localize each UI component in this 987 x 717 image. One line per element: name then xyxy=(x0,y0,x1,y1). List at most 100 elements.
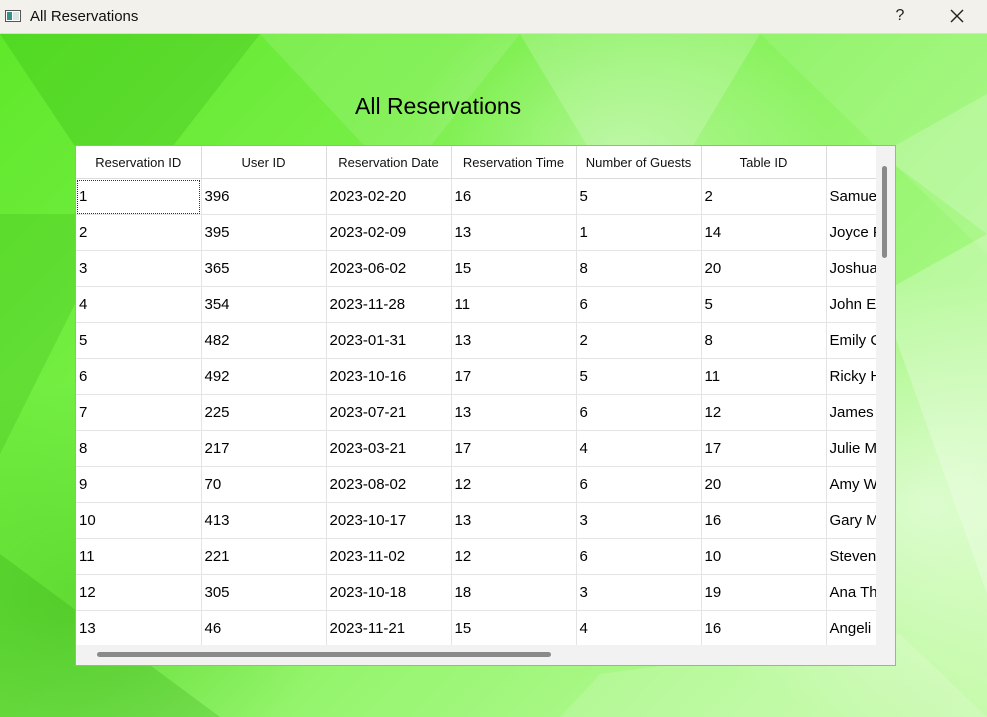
column-header-user-id[interactable]: User ID xyxy=(201,146,327,179)
table-cell[interactable]: 221 xyxy=(201,538,327,575)
horizontal-scroll-thumb[interactable] xyxy=(97,652,551,657)
table-cell[interactable]: 20 xyxy=(701,466,827,503)
table-cell[interactable]: 225 xyxy=(201,394,327,431)
table-cell[interactable]: 413 xyxy=(201,502,327,539)
close-button[interactable] xyxy=(944,4,970,28)
table-cell[interactable]: Amy W xyxy=(826,466,876,503)
table-cell[interactable]: 2 xyxy=(701,178,827,215)
table-row[interactable]: 3 365 2023-06-02 15 8 20 Joshua xyxy=(76,250,876,287)
table-row[interactable]: 11 221 2023-11-02 12 6 10 Steven xyxy=(76,538,876,575)
table-cell[interactable]: 13 xyxy=(451,502,577,539)
table-cell[interactable]: 4 xyxy=(576,430,702,467)
table-cell[interactable]: 6 xyxy=(576,466,702,503)
table-cell[interactable]: 13 xyxy=(76,610,202,645)
table-cell[interactable]: 18 xyxy=(451,574,577,611)
table-cell[interactable]: 396 xyxy=(201,178,327,215)
table-cell[interactable]: 9 xyxy=(76,466,202,503)
table-cell[interactable]: 16 xyxy=(451,178,577,215)
table-row[interactable]: 1 396 2023-02-20 16 5 2 Samue xyxy=(76,178,876,215)
table-cell[interactable]: 14 xyxy=(701,214,827,251)
table-cell[interactable]: 354 xyxy=(201,286,327,323)
column-header-reservation-id[interactable]: Reservation ID xyxy=(76,146,202,179)
table-cell[interactable]: 12 xyxy=(76,574,202,611)
table-cell[interactable]: 2023-08-02 xyxy=(326,466,452,503)
table-cell[interactable]: 16 xyxy=(701,502,827,539)
table-row[interactable]: 13 46 2023-11-21 15 4 16 Angeli xyxy=(76,610,876,645)
table-cell[interactable]: 2 xyxy=(76,214,202,251)
table-row[interactable]: 12 305 2023-10-18 18 3 19 Ana Th xyxy=(76,574,876,611)
table-cell[interactable]: 4 xyxy=(576,610,702,645)
table-row[interactable]: 7 225 2023-07-21 13 6 12 James xyxy=(76,394,876,431)
table-cell[interactable]: 12 xyxy=(451,466,577,503)
table-cell[interactable]: 365 xyxy=(201,250,327,287)
table-cell[interactable]: 482 xyxy=(201,322,327,359)
table-cell[interactable]: Steven xyxy=(826,538,876,575)
table-cell[interactable]: 13 xyxy=(451,322,577,359)
table-cell[interactable]: 11 xyxy=(76,538,202,575)
table-cell[interactable]: Joshua xyxy=(826,250,876,287)
table-cell[interactable]: 10 xyxy=(701,538,827,575)
reservations-table[interactable]: Reservation ID User ID Reservation Date … xyxy=(75,145,896,666)
table-cell[interactable]: 17 xyxy=(701,430,827,467)
table-cell[interactable]: Emily C xyxy=(826,322,876,359)
table-cell[interactable]: 3 xyxy=(576,502,702,539)
table-cell[interactable]: 6 xyxy=(576,286,702,323)
table-row[interactable]: 9 70 2023-08-02 12 6 20 Amy W xyxy=(76,466,876,503)
table-cell[interactable]: 11 xyxy=(451,286,577,323)
table-cell[interactable]: 2 xyxy=(576,322,702,359)
table-cell[interactable]: 13 xyxy=(451,394,577,431)
table-cell[interactable]: 2023-11-02 xyxy=(326,538,452,575)
table-cell[interactable]: 1 xyxy=(76,178,202,215)
table-cell[interactable]: 2023-11-21 xyxy=(326,610,452,645)
table-row[interactable]: 8 217 2023-03-21 17 4 17 Julie M xyxy=(76,430,876,467)
table-row[interactable]: 10 413 2023-10-17 13 3 16 Gary M xyxy=(76,502,876,539)
table-cell[interactable]: Julie M xyxy=(826,430,876,467)
table-cell[interactable]: 17 xyxy=(451,430,577,467)
column-header-name[interactable] xyxy=(826,146,876,179)
table-cell[interactable]: James xyxy=(826,394,876,431)
table-cell[interactable]: 305 xyxy=(201,574,327,611)
table-cell[interactable]: 13 xyxy=(451,214,577,251)
table-cell[interactable]: 2023-10-17 xyxy=(326,502,452,539)
table-row[interactable]: 23952023-02-0913114Joyce F xyxy=(76,214,876,251)
table-cell[interactable]: 5 xyxy=(576,358,702,395)
column-header-table-id[interactable]: Table ID xyxy=(701,146,827,179)
table-cell[interactable]: Samue xyxy=(826,178,876,215)
table-cell[interactable]: John Es xyxy=(826,286,876,323)
column-header-reservation-date[interactable]: Reservation Date xyxy=(326,146,452,179)
table-cell[interactable]: 8 xyxy=(76,430,202,467)
table-cell[interactable]: 20 xyxy=(701,250,827,287)
table-cell[interactable]: 2023-10-18 xyxy=(326,574,452,611)
table-cell[interactable]: 4 xyxy=(76,286,202,323)
table-cell[interactable]: 492 xyxy=(201,358,327,395)
table-cell[interactable]: 46 xyxy=(201,610,327,645)
table-cell[interactable]: 5 xyxy=(76,322,202,359)
table-cell[interactable]: 3 xyxy=(76,250,202,287)
table-cell[interactable]: 6 xyxy=(76,358,202,395)
table-cell[interactable]: 7 xyxy=(76,394,202,431)
column-header-reservation-time[interactable]: Reservation Time xyxy=(451,146,577,179)
table-cell[interactable]: 6 xyxy=(576,538,702,575)
table-cell[interactable]: 1 xyxy=(576,214,702,251)
table-row[interactable]: 64922023-10-1617511Ricky H xyxy=(76,358,876,395)
table-cell[interactable]: 2023-02-09 xyxy=(326,214,452,251)
vertical-scrollbar[interactable] xyxy=(876,146,895,645)
table-cell[interactable]: 15 xyxy=(451,610,577,645)
table-cell[interactable]: 12 xyxy=(451,538,577,575)
table-cell[interactable]: 19 xyxy=(701,574,827,611)
table-cell[interactable]: 11 xyxy=(701,358,827,395)
table-cell[interactable]: 3 xyxy=(576,574,702,611)
table-cell[interactable]: 5 xyxy=(576,178,702,215)
table-cell[interactable]: 5 xyxy=(701,286,827,323)
table-cell[interactable]: 6 xyxy=(576,394,702,431)
column-header-number-of-guests[interactable]: Number of Guests xyxy=(576,146,702,179)
table-cell[interactable]: Angeli xyxy=(826,610,876,645)
table-cell[interactable]: 2023-07-21 xyxy=(326,394,452,431)
table-cell[interactable]: 2023-03-21 xyxy=(326,430,452,467)
table-cell[interactable]: Ana Th xyxy=(826,574,876,611)
table-cell[interactable]: 395 xyxy=(201,214,327,251)
table-cell[interactable]: 2023-10-16 xyxy=(326,358,452,395)
table-cell[interactable]: Joyce F xyxy=(826,214,876,251)
table-cell[interactable]: 16 xyxy=(701,610,827,645)
table-cell[interactable]: 17 xyxy=(451,358,577,395)
